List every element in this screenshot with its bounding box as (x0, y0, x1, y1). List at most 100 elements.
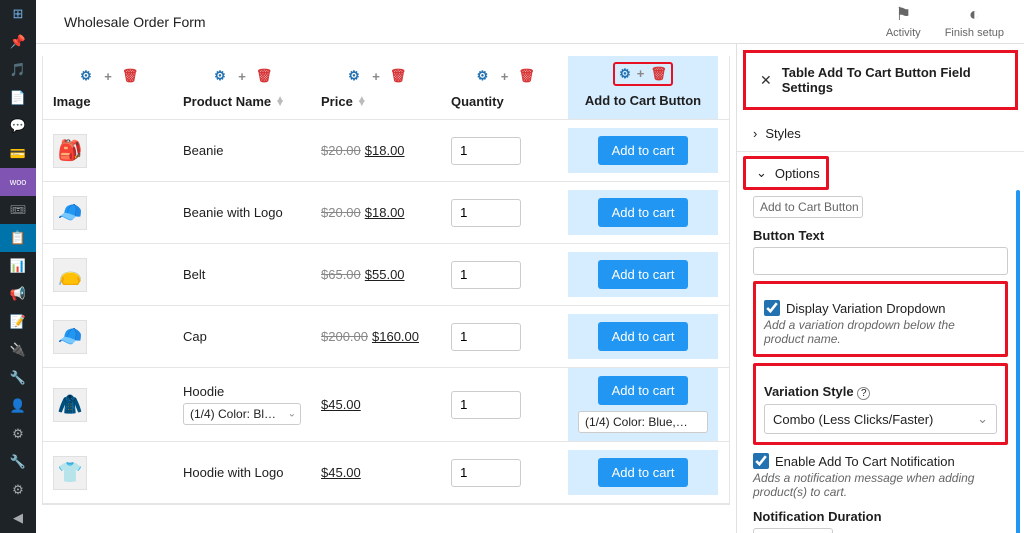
notification-duration-input[interactable] (753, 528, 833, 533)
gear-icon[interactable]: ⚙ (619, 66, 631, 82)
plus-icon[interactable]: + (234, 68, 250, 84)
page-title: Wholesale Order Form (64, 14, 206, 30)
add-to-cart-button[interactable]: Add to cart (598, 198, 689, 227)
quantity-input[interactable] (451, 137, 521, 165)
trash-icon[interactable]: 🗑 (519, 68, 535, 84)
trash-icon[interactable]: 🗑 (256, 68, 272, 84)
add-to-cart-button[interactable]: Add to cart (598, 260, 689, 289)
quantity-input[interactable] (451, 199, 521, 227)
gear-icon[interactable]: ⚙ (475, 68, 491, 84)
field-name-input[interactable]: Add to Cart Button (753, 196, 863, 218)
tools-icon[interactable]: 🔧 (0, 364, 36, 392)
collapse-icon[interactable]: ◀ (0, 504, 36, 532)
trash-icon[interactable]: 🗑 (390, 68, 406, 84)
close-icon[interactable]: ✕ (760, 72, 772, 89)
add-to-cart-button[interactable]: Add to cart (598, 322, 689, 351)
product-thumbnail[interactable]: 👝 (53, 258, 87, 292)
plus-icon[interactable]: + (637, 66, 645, 82)
price-old: $20.00 (321, 205, 361, 220)
add-to-cart-button[interactable]: Add to cart (598, 376, 689, 405)
plugins-icon[interactable]: 🔌 (0, 336, 36, 364)
product-name: Hoodie (183, 384, 301, 399)
notification-duration-label: Notification Duration (753, 509, 1008, 524)
price-new: $55.00 (365, 267, 405, 282)
wp-admin-sidebar: ⊞ 📌 🎵 📄 💬 💳 woo 🎟 📋 📊 📢 📝 🔌 🔧 👤 ⚙ 🔧 ⚙ ◀ (0, 0, 36, 533)
variation-select[interactable]: (1/4) Color: Blue, Logo: Yes⌄ (183, 403, 301, 425)
plus-icon[interactable]: + (368, 68, 384, 84)
quantity-input[interactable] (451, 459, 521, 487)
contrast-icon: ◐ (969, 4, 980, 25)
table-row: 🧢 Beanie with Logo $20.00$18.00 Add to c… (43, 182, 729, 244)
media-icon[interactable]: 🎵 (0, 56, 36, 84)
table-row: 👕 Hoodie with Logo $45.00 Add to cart (43, 442, 729, 504)
variation-style-select[interactable]: Combo (Less Clicks/Faster) ⌄ (764, 404, 997, 434)
chevron-down-icon: ⌄ (977, 411, 988, 427)
trash-icon[interactable]: 🗑 (122, 68, 138, 84)
quantity-input[interactable] (451, 261, 521, 289)
plus-icon[interactable]: + (497, 68, 513, 84)
trash-icon[interactable]: 🗑 (650, 66, 667, 82)
sort-icon[interactable]: ▲▼ (357, 98, 367, 106)
panel-title-highlight: ✕ Table Add To Cart Button Field Setting… (743, 50, 1018, 110)
gear-icon[interactable]: ⚙ (212, 68, 228, 84)
woo-icon[interactable]: woo (0, 168, 36, 196)
variation-style-highlight: Variation Style ? Combo (Less Clicks/Fas… (753, 363, 1008, 445)
appearance-icon[interactable]: 📝 (0, 308, 36, 336)
options-icon[interactable]: ⚙ (0, 476, 36, 504)
product-icon[interactable]: 💳 (0, 140, 36, 168)
settings-panel: ✕ Table Add To Cart Button Field Setting… (736, 44, 1024, 533)
button-text-input[interactable] (753, 247, 1008, 275)
marketing-icon[interactable]: 📢 (0, 280, 36, 308)
ticket-icon[interactable]: 🎟 (0, 196, 36, 224)
wholesale-icon[interactable]: 📋 (0, 224, 36, 252)
styles-label: Styles (765, 126, 800, 141)
cart-col-toolbar-highlight: ⚙ + 🗑 (613, 62, 673, 86)
finish-setup-button[interactable]: ◐ Finish setup (945, 4, 1004, 39)
display-variation-checkbox[interactable] (764, 300, 780, 316)
quantity-input[interactable] (451, 323, 521, 351)
table-row: 🧢 Cap $200.00$160.00 Add to cart (43, 306, 729, 368)
price-new: $45.00 (321, 397, 361, 412)
plus-icon[interactable]: + (100, 68, 116, 84)
enable-notification-checkbox[interactable] (753, 453, 769, 469)
analytics-icon[interactable]: 📊 (0, 252, 36, 280)
product-thumbnail[interactable]: 🧥 (53, 388, 87, 422)
activity-button[interactable]: ⚑ Activity (886, 4, 921, 39)
pin-icon[interactable]: 📌 (0, 28, 36, 56)
price-old: $20.00 (321, 143, 361, 158)
variation-dropdown-highlight: Display Variation Dropdown Add a variati… (753, 281, 1008, 357)
options-section-toggle[interactable]: ⌄ Options (743, 156, 829, 190)
settings-icon[interactable]: ⚙ (0, 420, 36, 448)
product-name: Beanie with Logo (183, 205, 301, 220)
users-icon[interactable]: 👤 (0, 392, 36, 420)
product-thumbnail[interactable]: 🎒 (53, 134, 87, 168)
pages-icon[interactable]: 📄 (0, 84, 36, 112)
comments-icon[interactable]: 💬 (0, 112, 36, 140)
col-header-cart: Add to Cart Button (585, 93, 701, 108)
gear-icon[interactable]: ⚙ (78, 68, 94, 84)
sort-icon[interactable]: ▲▼ (275, 98, 285, 106)
col-header-qty: Quantity (451, 94, 504, 109)
variation-style-value: Combo (Less Clicks/Faster) (773, 412, 933, 427)
activity-label: Activity (886, 27, 921, 39)
help-icon[interactable]: ? (857, 387, 870, 400)
variation-select-cart[interactable]: (1/4) Color: Blue, Logo: (578, 411, 708, 433)
styles-section-toggle[interactable]: › Styles (737, 116, 1024, 152)
add-to-cart-button[interactable]: Add to cart (598, 458, 689, 487)
finish-label: Finish setup (945, 27, 1004, 39)
dashboard-icon[interactable]: ⊞ (0, 0, 36, 28)
quantity-input[interactable] (451, 391, 521, 419)
enable-notification-help: Adds a notification message when adding … (753, 471, 1008, 499)
button-text-label: Button Text (753, 228, 1008, 243)
product-name: Hoodie with Logo (183, 465, 301, 480)
table-row: 👝 Belt $65.00$55.00 Add to cart (43, 244, 729, 306)
product-name: Cap (183, 329, 301, 344)
add-to-cart-button[interactable]: Add to cart (598, 136, 689, 165)
price-new: $45.00 (321, 465, 361, 480)
price-new: $18.00 (365, 143, 405, 158)
product-thumbnail[interactable]: 👕 (53, 456, 87, 490)
gear-icon[interactable]: ⚙ (346, 68, 362, 84)
product-thumbnail[interactable]: 🧢 (53, 320, 87, 354)
product-thumbnail[interactable]: 🧢 (53, 196, 87, 230)
wrench-icon[interactable]: 🔧 (0, 448, 36, 476)
